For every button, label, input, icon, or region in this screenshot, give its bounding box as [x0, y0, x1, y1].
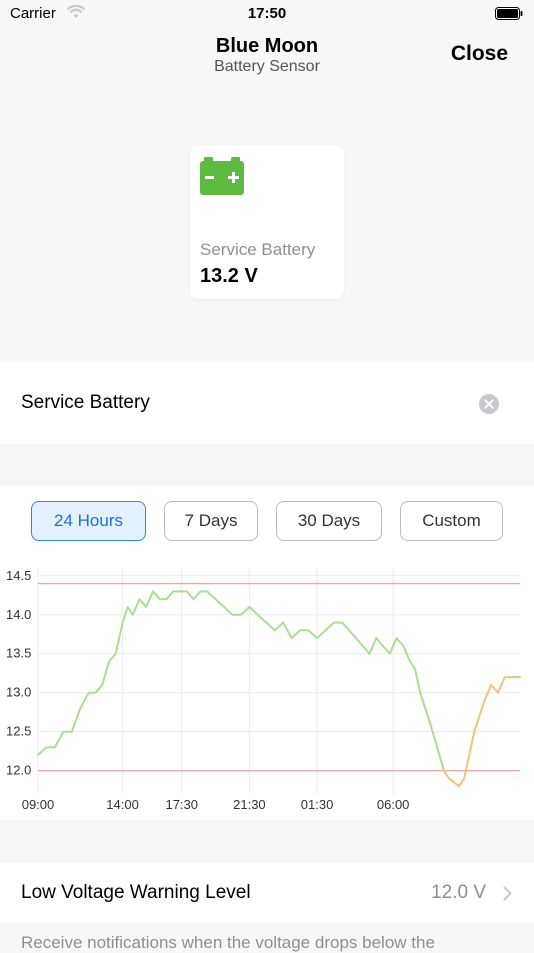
- close-button[interactable]: Close: [451, 42, 508, 66]
- y-tick-label: 14.5: [6, 568, 31, 583]
- x-tick-label: 06:00: [377, 797, 410, 812]
- warning-level-label: Low Voltage Warning Level: [21, 882, 251, 903]
- x-tick-label: 01:30: [301, 797, 334, 812]
- navigation-bar: Blue Moon Battery Sensor Close: [0, 28, 534, 88]
- x-tick-label: 09:00: [22, 797, 55, 812]
- x-tick-label: 14:00: [106, 797, 139, 812]
- voltage-series-line: [37, 590, 445, 772]
- battery-summary-card[interactable]: Service Battery 13.2 V: [190, 145, 344, 299]
- card-label: Service Battery: [200, 240, 316, 259]
- card-voltage-value: 13.2 V: [200, 265, 258, 287]
- clear-icon[interactable]: [479, 394, 499, 419]
- y-tick-label: 13.0: [6, 685, 31, 700]
- chart-section: 24 Hours 7 Days 30 Days Custom 09:00 14:0…: [0, 486, 534, 820]
- y-tick-label: 13.5: [6, 646, 31, 661]
- chevron-right-icon: [503, 886, 512, 906]
- low-voltage-warning-row[interactable]: Low Voltage Warning Level 12.0 V: [0, 863, 534, 923]
- tab-30-days[interactable]: 30 Days: [276, 501, 382, 541]
- battery-name-label: Service Battery: [21, 392, 150, 413]
- x-tick-label: 21:30: [233, 797, 266, 812]
- tab-custom[interactable]: Custom: [400, 501, 503, 541]
- battery-status-icon: [495, 7, 523, 20]
- status-time: 17:50: [247, 5, 287, 22]
- voltage-line-chart: 09:00 14:00 17:30 21:30 01:30 06:00 12.0 12.5 13…: [6, 568, 521, 812]
- car-battery-icon: [200, 157, 244, 200]
- x-tick-label: 17:30: [165, 797, 198, 812]
- tab-7-days[interactable]: 7 Days: [164, 501, 258, 541]
- warning-footer-text: Receive notifications when the voltage d…: [21, 933, 435, 952]
- y-tick-label: 12.5: [6, 724, 31, 739]
- status-bar: Carrier 17:50: [0, 0, 534, 28]
- range-segmented-control: 24 Hours 7 Days 30 Days Custom: [0, 501, 534, 541]
- tab-24-hours[interactable]: 24 Hours: [31, 501, 146, 541]
- warning-level-value: 12.0 V: [431, 882, 486, 903]
- y-tick-label: 14.0: [6, 607, 31, 622]
- battery-name-row[interactable]: Service Battery: [0, 362, 534, 444]
- y-tick-label: 12.0: [6, 763, 31, 778]
